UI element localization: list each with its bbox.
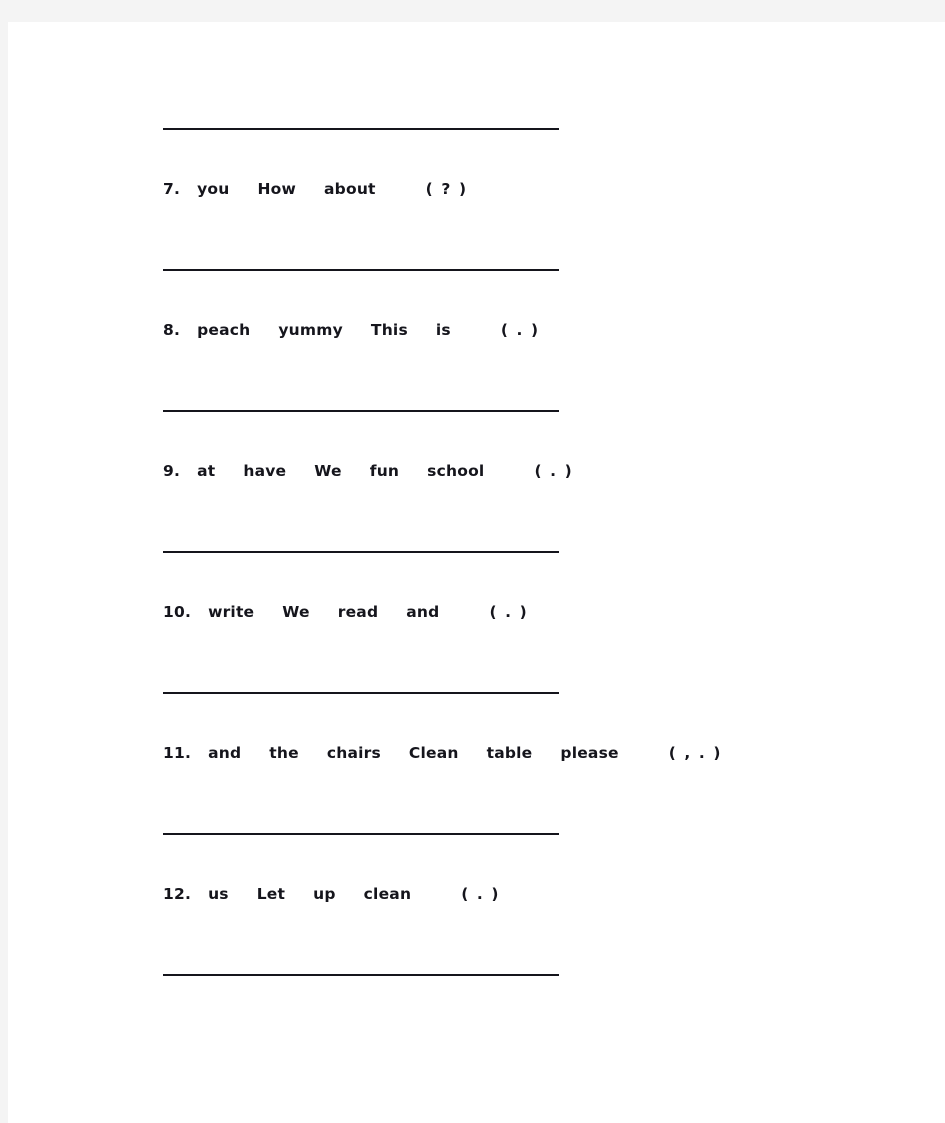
scrambled-sentence-row: 7. you How about ( ? ) xyxy=(163,180,468,198)
scrambled-word: have xyxy=(243,462,287,480)
item-number: 10. xyxy=(163,603,192,621)
scrambled-sentence-row: 11. and the chairs Clean table please ( , . ) xyxy=(163,744,722,762)
scrambled-word: fun xyxy=(369,462,400,480)
punctuation-hint: ( . ) xyxy=(534,462,574,480)
item-number: 12. xyxy=(163,885,192,903)
scrambled-word: up xyxy=(313,885,336,903)
answer-line[interactable] xyxy=(163,974,559,977)
punctuation-hint: ( . ) xyxy=(461,885,501,903)
scrambled-word: This xyxy=(370,321,408,339)
scrambled-word: and xyxy=(208,744,242,762)
scrambled-sentence-row: 8. peach yummy This is ( . ) xyxy=(163,321,540,339)
exercise-block: 9. at have We fun school ( . ) xyxy=(163,410,923,551)
answer-line[interactable] xyxy=(163,833,559,836)
exercise-block: 8. peach yummy This is ( . ) xyxy=(163,269,923,410)
punctuation-hint: ( . ) xyxy=(489,603,529,621)
scrambled-word: clean xyxy=(363,885,412,903)
scrambled-word: you xyxy=(197,180,230,198)
scrambled-word: the xyxy=(269,744,299,762)
exercise-block: 12. us Let up clean ( . ) xyxy=(163,833,923,974)
scrambled-word: school xyxy=(427,462,485,480)
scrambled-word: table xyxy=(486,744,533,762)
scrambled-word: We xyxy=(282,603,310,621)
scrambled-sentence-row: 10. write We read and ( . ) xyxy=(163,603,528,621)
scrambled-word: is xyxy=(435,321,451,339)
exercise-block: 11. and the chairs Clean table please ( , . ) xyxy=(163,692,923,833)
scrambled-word: at xyxy=(197,462,216,480)
worksheet-page: 7. you How about ( ? ) 8. peach yummy This is ( . … xyxy=(8,22,945,1123)
answer-line[interactable] xyxy=(163,269,559,272)
scrambled-word: We xyxy=(314,462,342,480)
item-number: 9. xyxy=(163,462,181,480)
answer-line[interactable] xyxy=(163,551,559,554)
punctuation-hint: ( . ) xyxy=(500,321,540,339)
item-number: 7. xyxy=(163,180,181,198)
answer-line[interactable] xyxy=(163,410,559,413)
scrambled-word: yummy xyxy=(278,321,343,339)
scrambled-word: and xyxy=(406,603,440,621)
item-number: 8. xyxy=(163,321,181,339)
scrambled-sentence-row: 9. at have We fun school ( . ) xyxy=(163,462,573,480)
item-number: 11. xyxy=(163,744,192,762)
punctuation-hint: ( , . ) xyxy=(668,744,723,762)
answer-line[interactable] xyxy=(163,692,559,695)
exercise-block: 7. you How about ( ? ) xyxy=(163,128,923,269)
scrambled-word: Clean xyxy=(408,744,459,762)
scrambled-word: How xyxy=(257,180,297,198)
scrambled-word: peach xyxy=(197,321,251,339)
scrambled-word: us xyxy=(208,885,229,903)
exercise-block: 10. write We read and ( . ) xyxy=(163,551,923,692)
worksheet-content: 7. you How about ( ? ) 8. peach yummy This is ( . … xyxy=(163,128,923,1014)
scrambled-word: Let xyxy=(256,885,286,903)
scrambled-word: read xyxy=(337,603,379,621)
scrambled-word: please xyxy=(560,744,619,762)
scrambled-sentence-row: 12. us Let up clean ( . ) xyxy=(163,885,500,903)
scrambled-word: write xyxy=(208,603,255,621)
scrambled-word: about xyxy=(324,180,376,198)
scrambled-word: chairs xyxy=(326,744,381,762)
answer-line[interactable] xyxy=(163,128,559,131)
punctuation-hint: ( ? ) xyxy=(425,180,468,198)
trailing-answer-line-wrap xyxy=(163,974,923,1014)
